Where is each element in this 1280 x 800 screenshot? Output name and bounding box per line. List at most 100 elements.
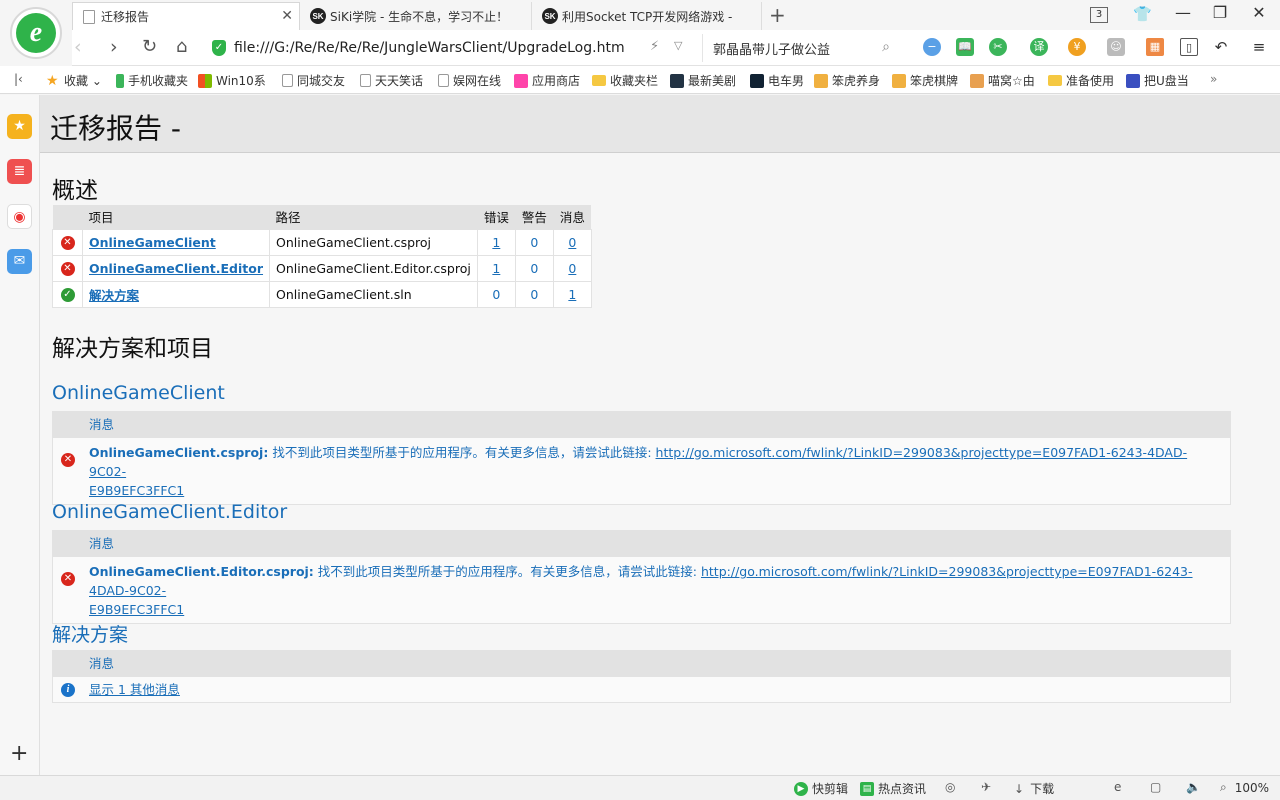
show-other-messages-link[interactable]: 显示 1 其他消息 xyxy=(89,682,180,697)
zoom-control[interactable]: ⌕ 100% xyxy=(1220,780,1269,795)
messages-link[interactable]: 0 xyxy=(568,261,576,276)
bookmark-cat-nest[interactable]: 喵窝☆由 xyxy=(970,72,1035,89)
refresh-icon[interactable]: ↻ xyxy=(142,36,157,57)
hot-news-button[interactable]: ▤ 热点资讯 xyxy=(860,780,926,797)
page-icon xyxy=(360,74,371,87)
fwlink-link-continued[interactable]: E9B9EFC3FFC1 xyxy=(89,483,184,498)
sidebar-toggle-icon[interactable]: |‹ xyxy=(14,72,23,86)
errors-link[interactable]: 1 xyxy=(492,235,500,250)
volume-icon[interactable]: 🔈 xyxy=(1186,780,1201,794)
home-icon[interactable]: ⌂ xyxy=(176,36,187,57)
zoom-icon: ⌕ xyxy=(1220,780,1227,794)
browser-logo-icon: e xyxy=(16,13,56,53)
quick-cut-button[interactable]: ▶ 快剪辑 xyxy=(794,780,848,797)
path-column-header: 路径 xyxy=(269,205,478,229)
bookmark-train-man[interactable]: 电车男 xyxy=(750,72,804,89)
bookmark-folder-favbar[interactable]: 收藏夹栏 xyxy=(592,72,658,89)
bookmark-yuwang[interactable]: 娱网在线 xyxy=(438,72,501,89)
tab-upgrade-log[interactable]: 迁移报告 ✕ xyxy=(72,2,300,30)
status-bar: ▶ 快剪辑 ▤ 热点资讯 ◎ ✈ ↓ 下载 e ▢ 🔈 ⌕ 100% xyxy=(0,775,1280,800)
siki-favicon-icon: SK xyxy=(542,8,558,24)
warnings-cell: 0 xyxy=(514,280,554,308)
pin-icon[interactable]: ✈ xyxy=(981,780,991,794)
add-sidebar-icon[interactable]: + xyxy=(10,741,28,766)
back-icon[interactable]: ‹ xyxy=(74,36,82,58)
bookmark-dating[interactable]: 同城交友 xyxy=(282,72,345,89)
ie-mode-icon[interactable]: e xyxy=(1114,780,1121,794)
maximize-icon[interactable]: ❐ xyxy=(1205,3,1235,22)
speed-mode-icon[interactable]: ⚡ xyxy=(650,39,659,54)
messages-cell: 1 xyxy=(552,280,592,308)
bookmark-usb[interactable]: 把U盘当 xyxy=(1126,72,1189,89)
folder-icon xyxy=(592,75,606,86)
reader-icon[interactable]: 📖 xyxy=(956,38,974,56)
errors-link[interactable]: 1 xyxy=(492,261,500,276)
bookmark-us-drama[interactable]: 最新美剧 xyxy=(670,72,736,89)
bookmark-win10[interactable]: Win10系 xyxy=(198,72,266,89)
messages-link[interactable]: 1 xyxy=(568,287,576,302)
menu-icon[interactable]: ≡ xyxy=(1250,38,1268,56)
minimize-icon[interactable]: — xyxy=(1168,3,1198,22)
window-icon[interactable]: ▢ xyxy=(1150,780,1161,794)
translate-icon[interactable]: 译 xyxy=(1030,38,1048,56)
tab-socket[interactable]: SK 利用Socket TCP开发网络游戏 - xyxy=(534,2,762,30)
overview-heading: 概述 xyxy=(52,178,98,204)
screenshot-scissors-icon[interactable]: ✂ xyxy=(989,38,1007,56)
close-window-icon[interactable]: ✕ xyxy=(1244,3,1274,22)
bookmark-mobile[interactable]: 手机收藏夹 xyxy=(116,72,188,89)
address-url: file:///G:/Re/Re/Re/Re/JungleWarsClient/… xyxy=(234,40,625,56)
search-box[interactable]: 郭晶晶带儿子做公益 ⌕ xyxy=(702,34,898,62)
forward-icon[interactable]: › xyxy=(110,36,118,58)
fwlink-link-continued[interactable]: E9B9EFC3FFC1 xyxy=(89,602,184,617)
search-icon[interactable]: ⌕ xyxy=(882,39,890,55)
paw-icon xyxy=(1126,73,1140,88)
page-header: 迁移报告 - xyxy=(40,95,1280,153)
address-dropdown-icon[interactable]: ▽ xyxy=(674,39,682,52)
bookmark-favorites[interactable]: ★ 收藏 ⌄ xyxy=(46,72,102,89)
close-tab-icon[interactable]: ✕ xyxy=(281,8,293,24)
adblock-icon[interactable]: − xyxy=(923,38,941,56)
speed-icon[interactable]: ◎ xyxy=(945,780,955,794)
apps-grid-icon[interactable]: ▦ xyxy=(1146,38,1164,56)
bookmark-jokes[interactable]: 天天笑话 xyxy=(360,72,423,89)
bookmark-tiger-chess[interactable]: 笨虎棋牌 xyxy=(892,72,958,89)
bookmark-app-store[interactable]: 应用商店 xyxy=(514,72,580,89)
errors-cell: 0 xyxy=(476,280,516,308)
bookmark-folder-ready[interactable]: 准备使用 xyxy=(1048,72,1114,89)
project-column-header: 项目 xyxy=(82,205,270,229)
weibo-icon[interactable]: ◉ xyxy=(7,204,32,229)
bookmarks-more-icon[interactable]: » xyxy=(1210,72,1217,86)
mail-icon[interactable]: ✉ xyxy=(7,249,32,274)
message-row: i 显示 1 其他消息 xyxy=(53,677,1230,702)
message-file: OnlineGameClient.Editor.csproj: xyxy=(89,564,314,579)
undo-close-icon[interactable]: ↶ xyxy=(1212,38,1230,56)
skin-icon[interactable]: 👕 xyxy=(1133,5,1152,23)
shopping-icon[interactable]: ¥ xyxy=(1068,38,1086,56)
bookmarks-bar: |‹ ★ 收藏 ⌄ 手机收藏夹 Win10系 同城交友 天天笑话 娱网在线 应用商… xyxy=(0,66,1280,94)
tiger-icon xyxy=(892,73,906,88)
message-text: 找不到此项目类型所基于的应用程序。有关更多信息，请尝试此链接: xyxy=(268,445,656,460)
news-icon: ▤ xyxy=(860,781,874,796)
notes-icon[interactable]: ≣ xyxy=(7,159,32,184)
project-cell: OnlineGameClient xyxy=(81,228,271,256)
mobile-icon[interactable]: ▯ xyxy=(1180,38,1198,56)
message-text: 找不到此项目类型所基于的应用程序。有关更多信息，请尝试此链接: xyxy=(313,564,701,579)
project-link[interactable]: OnlineGameClient.Editor xyxy=(89,261,263,276)
bookmark-tiger-health[interactable]: 笨虎养身 xyxy=(814,72,880,89)
status-cell: ✕ xyxy=(52,254,83,282)
games-icon[interactable]: ☺ xyxy=(1107,38,1125,56)
address-bar[interactable]: ✓ file:///G:/Re/Re/Re/Re/JungleWarsClien… xyxy=(212,34,700,62)
tab-count-badge[interactable]: 3 xyxy=(1090,7,1108,23)
tab-siki[interactable]: SK SiKi学院 - 生命不息，学习不止！ xyxy=(302,2,532,30)
project-link[interactable]: OnlineGameClient xyxy=(89,235,216,250)
error-icon: ✕ xyxy=(60,235,75,250)
new-tab-icon[interactable]: + xyxy=(769,3,786,27)
browser-chrome: e 迁移报告 ✕ SK SiKi学院 - 生命不息，学习不止！ SK 利用Soc… xyxy=(0,0,1280,95)
browser-logo[interactable]: e xyxy=(10,7,62,59)
download-button[interactable]: ↓ 下载 xyxy=(1014,780,1054,797)
messages-link[interactable]: 0 xyxy=(568,235,576,250)
message-row: ✕ OnlineGameClient.Editor.csproj: 找不到此项目… xyxy=(53,557,1230,623)
favorites-star-icon[interactable]: ★ xyxy=(7,114,32,139)
tab-title: SiKi学院 - 生命不息，学习不止！ xyxy=(330,9,509,24)
project-link[interactable]: 解决方案 xyxy=(89,288,139,303)
